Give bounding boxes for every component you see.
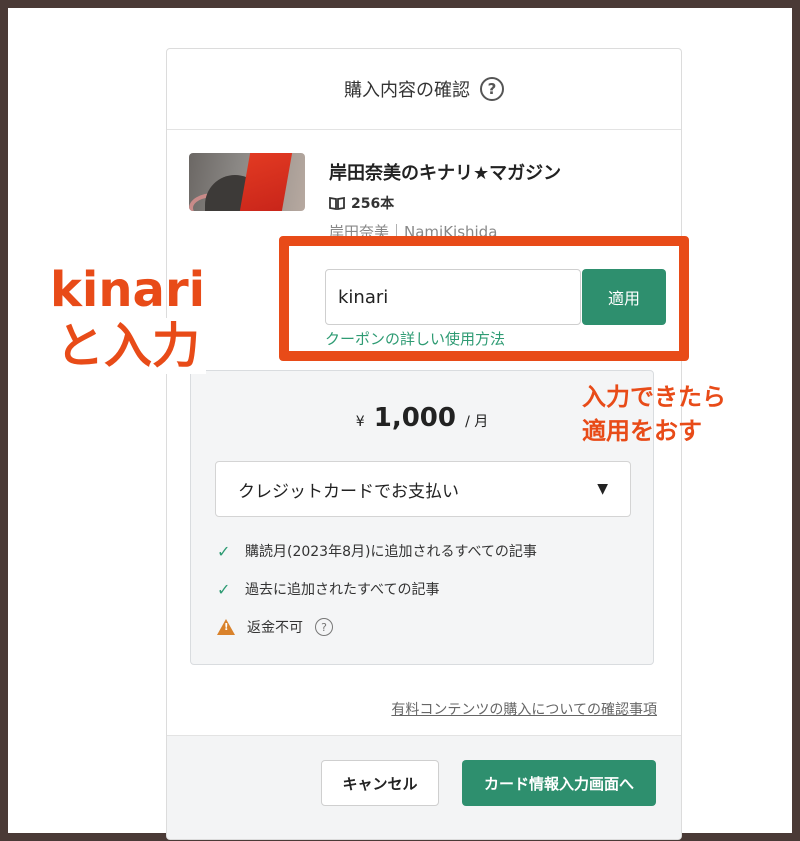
product-thumbnail	[189, 153, 305, 211]
warning-icon: !	[217, 619, 235, 635]
price-amount: 1,000	[373, 403, 456, 433]
annotation-line: 適用をおす	[582, 417, 702, 445]
payment-method-select[interactable]: クレジットカードでお支払い ▼	[215, 461, 631, 517]
dialog-footer: キャンセル カード情報入力画面へ	[167, 735, 681, 839]
apply-button[interactable]: 適用	[582, 269, 666, 325]
caret-down-icon: ▼	[597, 481, 608, 497]
feature-text: 購読月(2023年8月)に追加されるすべての記事	[245, 544, 537, 560]
check-icon: ✓	[217, 541, 231, 561]
annotation-enter-code: kinari と入力	[50, 262, 270, 374]
terms-link[interactable]: 有料コンテンツの購入についての確認事項	[391, 699, 657, 719]
price-period: / 月	[465, 414, 489, 430]
coupon-highlight: 適用 クーポンの詳しい使用方法	[279, 236, 689, 361]
feature-item: ✓ 過去に追加されたすべての記事	[217, 579, 439, 599]
product-title: 岸田奈美のキナリ★マガジン	[329, 163, 562, 184]
cancel-button[interactable]: キャンセル	[321, 760, 439, 806]
feature-text: 返金不可	[247, 620, 303, 636]
feature-text: 過去に追加されたすべての記事	[245, 582, 440, 598]
coupon-help-link[interactable]: クーポンの詳しい使用方法	[325, 328, 505, 349]
feature-item: ! 返金不可 ?	[217, 617, 333, 637]
currency-symbol: ¥	[355, 414, 365, 430]
article-count: 256本	[329, 193, 394, 213]
check-icon: ✓	[217, 579, 231, 599]
annotation-line: 入力できたら	[582, 383, 726, 411]
annotation-press-apply: 入力できたら 適用をおす	[582, 380, 726, 448]
annotation-line: kinari	[50, 262, 206, 318]
feature-item: ✓ 購読月(2023年8月)に追加されるすべての記事	[217, 541, 537, 561]
payment-method-value: クレジットカードでお支払い	[238, 481, 459, 502]
card-info-button[interactable]: カード情報入力画面へ	[462, 760, 656, 806]
coupon-input[interactable]	[325, 269, 581, 325]
annotation-line: と入力	[50, 318, 207, 374]
book-icon	[329, 196, 345, 210]
dialog-header: 購入内容の確認 ?	[167, 49, 681, 130]
article-count-text: 256本	[351, 196, 395, 212]
help-icon[interactable]: ?	[315, 618, 333, 636]
dialog-title: 購入内容の確認	[344, 80, 470, 101]
help-icon[interactable]: ?	[480, 77, 504, 101]
